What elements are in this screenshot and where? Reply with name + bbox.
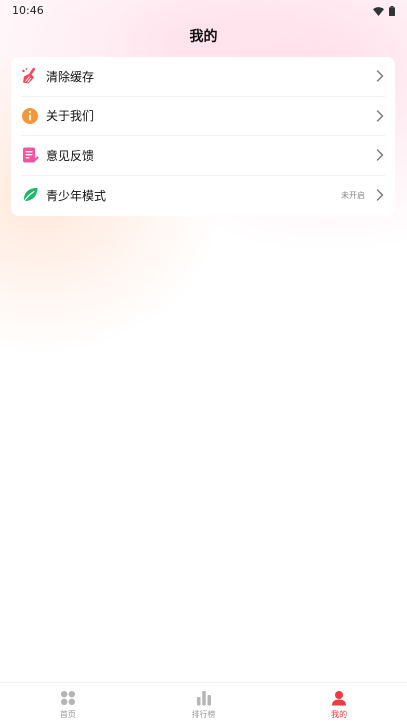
menu-item-youth-mode[interactable]: 青少年模式 未开启 xyxy=(21,176,385,216)
chevron-right-icon xyxy=(375,70,385,82)
menu-item-feedback[interactable]: 意见反馈 xyxy=(21,136,385,176)
menu-item-label: 关于我们 xyxy=(46,109,95,124)
tab-home[interactable]: 首页 xyxy=(0,683,136,724)
info-icon xyxy=(21,107,39,125)
status-time: 10:46 xyxy=(12,3,44,17)
battery-icon xyxy=(389,1,395,20)
chevron-right-icon xyxy=(375,149,385,161)
tab-label: 排行榜 xyxy=(191,709,216,719)
page-title: 我的 xyxy=(189,29,218,45)
youth-mode-status: 未开启 xyxy=(341,190,365,200)
menu-item-label: 清除缓存 xyxy=(46,69,95,84)
leaf-icon xyxy=(21,186,39,204)
home-grid-icon xyxy=(60,690,76,706)
menu-item-clear-cache[interactable]: 清除缓存 xyxy=(21,57,385,97)
menu-item-about-us[interactable]: 关于我们 xyxy=(21,97,385,136)
tab-ranking[interactable]: 排行榜 xyxy=(136,683,272,724)
wifi-icon xyxy=(373,1,384,20)
profile-icon xyxy=(331,690,347,706)
chevron-right-icon xyxy=(375,189,385,201)
status-icons xyxy=(373,1,395,20)
menu-card: 清除缓存 关于我们 意见反馈 青少年模式 未开启 xyxy=(11,57,395,216)
menu-item-label: 青少年模式 xyxy=(46,188,107,203)
chevron-right-icon xyxy=(375,110,385,122)
broom-icon xyxy=(21,67,39,85)
feedback-icon xyxy=(21,146,39,164)
tab-label: 首页 xyxy=(59,709,76,719)
menu-item-label: 意见反馈 xyxy=(46,148,95,163)
bottom-tab-bar: 首页 排行榜 我的 xyxy=(0,682,407,724)
tab-profile[interactable]: 我的 xyxy=(271,683,407,724)
ranking-icon xyxy=(196,690,212,706)
status-bar: 10:46 xyxy=(0,0,407,20)
tab-label: 我的 xyxy=(331,709,348,719)
